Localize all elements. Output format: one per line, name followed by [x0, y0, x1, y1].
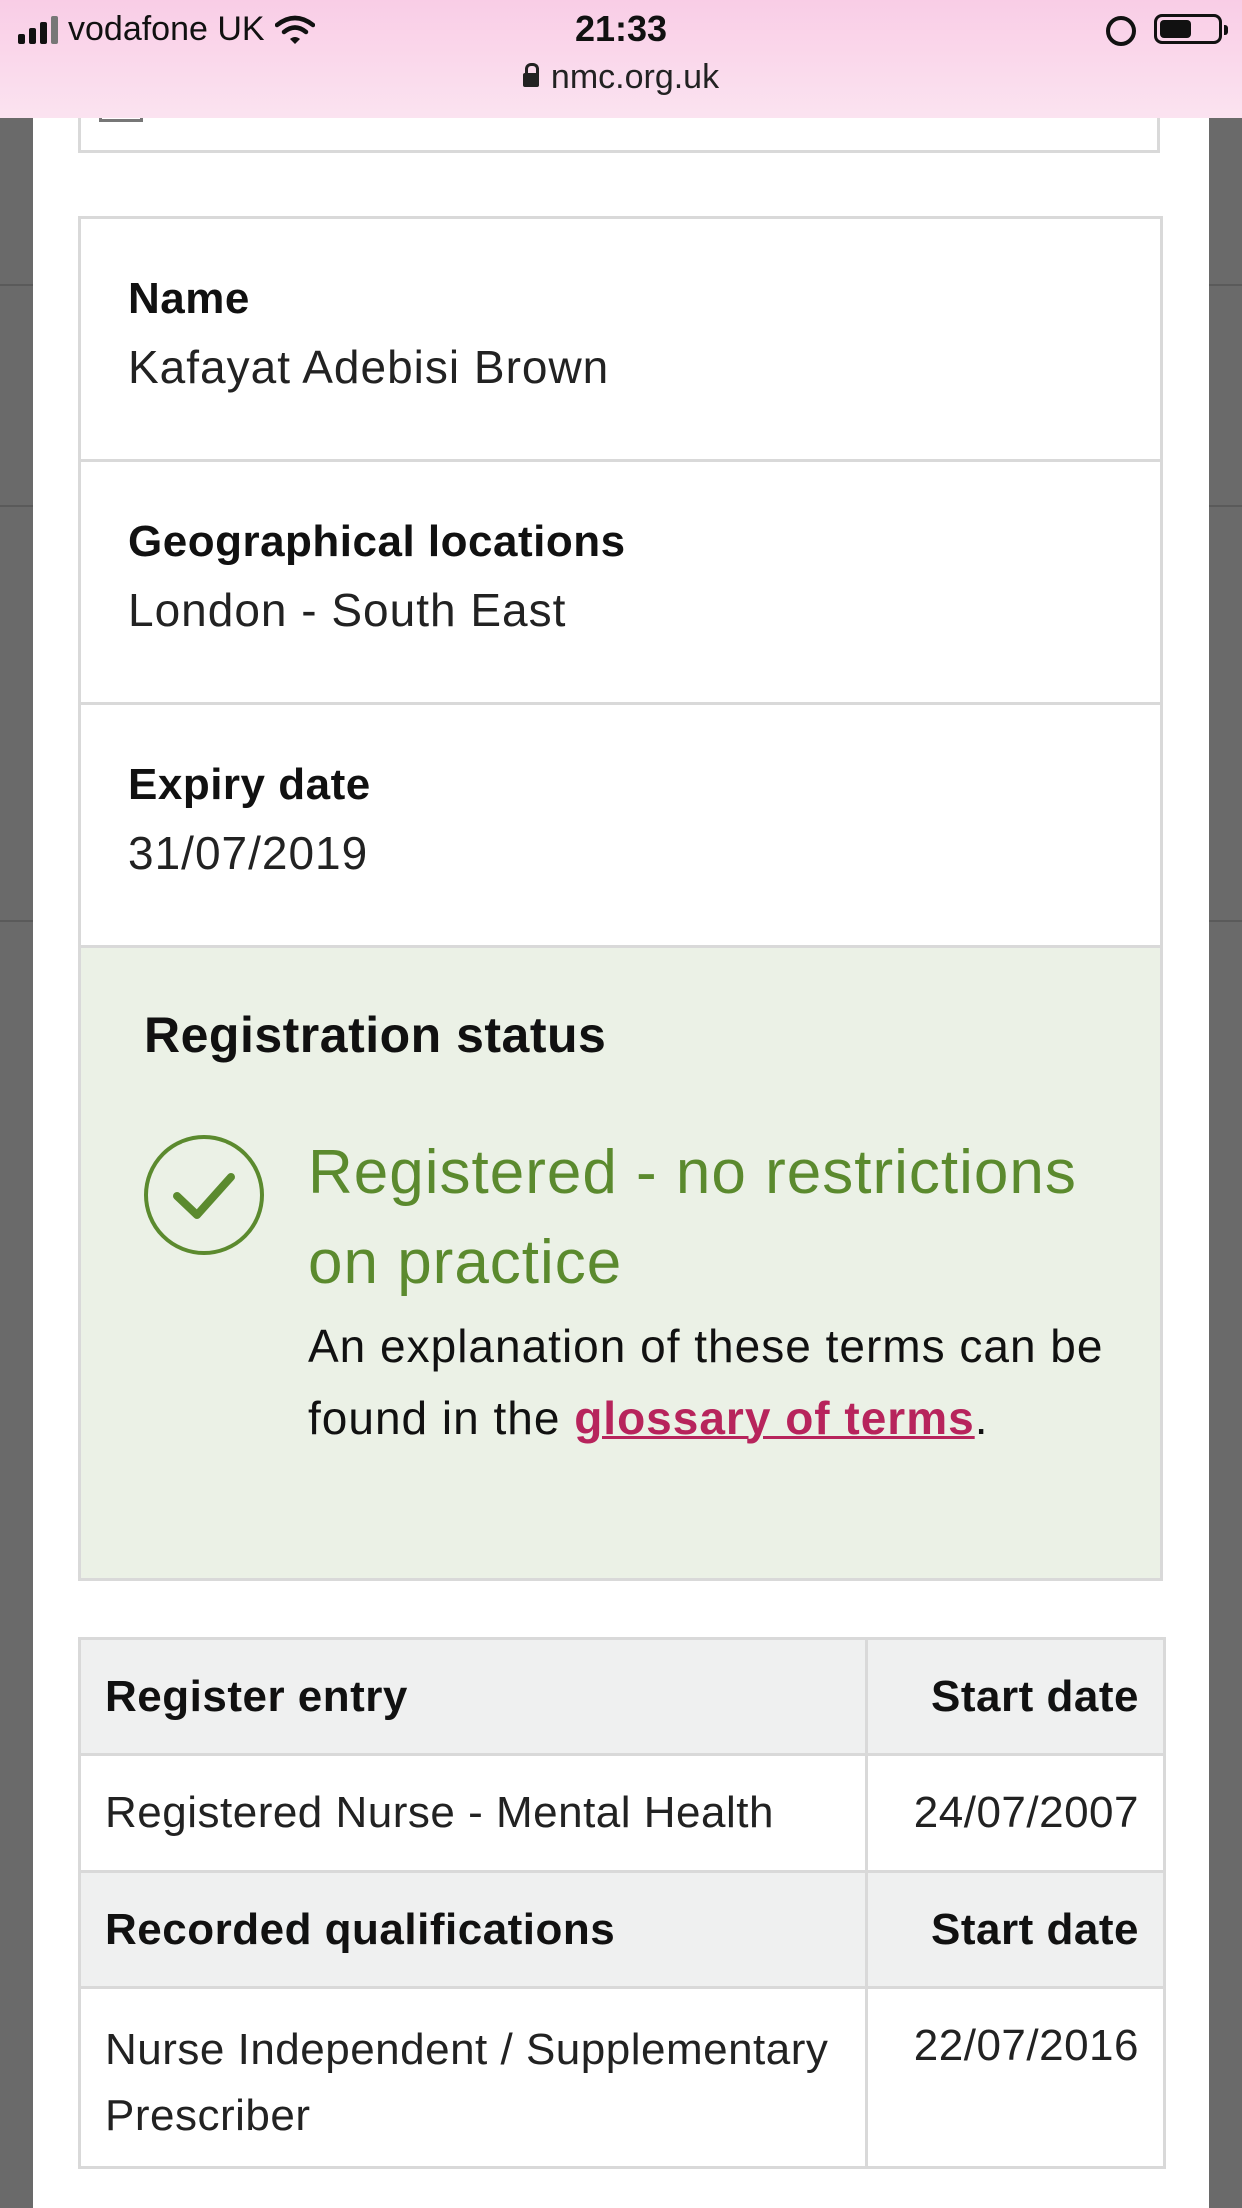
explanation-period: . [974, 1392, 989, 1444]
table-row: Registered Nurse - Mental Health 24/07/2… [78, 1753, 1166, 1873]
table-row: Nurse Independent / Supplementary Prescr… [78, 1986, 1166, 2169]
qualification-cell: Nurse Independent / Supplementary Prescr… [78, 1986, 868, 2169]
register-entries-table: Register entry Start date Registered Nur… [78, 1637, 1166, 2169]
expiry-row: Expiry date 31/07/2019 [81, 705, 1160, 948]
background-page-right [1209, 0, 1242, 2208]
page: Name Kafayat Adebisi Brown Geographical … [0, 0, 1242, 2208]
expiry-value: 31/07/2019 [128, 827, 369, 879]
registration-status-value: Registered - no restrictions on practice [308, 1138, 1077, 1297]
background-divider [1209, 920, 1242, 922]
ios-status-bar: vodafone UK 21:33 nmc.org.uk [0, 0, 1242, 118]
background-page-left [0, 0, 33, 2208]
name-label: Name [128, 274, 250, 323]
url-text: nmc.org.uk [550, 58, 720, 96]
background-divider [1209, 505, 1242, 507]
background-divider [1209, 284, 1242, 286]
registration-status-panel: Registration status Registered - no rest… [81, 948, 1160, 1578]
qualifications-start-date-header: Start date [865, 1870, 1166, 1989]
status-explanation: An explanation of these terms can be fou… [308, 1310, 1108, 1454]
register-start-date-header: Start date [865, 1637, 1166, 1756]
registration-detail-modal: Name Kafayat Adebisi Brown Geographical … [33, 0, 1209, 2208]
check-circle-icon [144, 1135, 264, 1255]
registrant-details: Name Kafayat Adebisi Brown Geographical … [78, 216, 1163, 1581]
status-bar-time: 21:33 [574, 8, 668, 49]
alarm-icon [1106, 16, 1136, 46]
background-divider [0, 920, 33, 922]
qualification-start-date-cell: 22/07/2016 [865, 1986, 1166, 2169]
location-row: Geographical locations London - South Ea… [81, 462, 1160, 705]
name-value: Kafayat Adebisi Brown [128, 341, 610, 393]
location-value: London - South East [128, 584, 567, 636]
background-divider [0, 505, 33, 507]
lock-icon [522, 63, 539, 87]
qualifications-header: Recorded qualifications [78, 1870, 868, 1989]
register-start-date-cell: 24/07/2007 [865, 1753, 1166, 1873]
registration-status-text: Registered - no restrictions on practice… [308, 1128, 1108, 1454]
registration-status-title: Registration status [144, 1007, 607, 1063]
address-bar[interactable]: nmc.org.uk [0, 58, 1242, 97]
register-entry-header: Register entry [78, 1637, 868, 1756]
name-row: Name Kafayat Adebisi Brown [81, 219, 1160, 462]
table-header-row: Recorded qualifications Start date [78, 1870, 1166, 1989]
glossary-of-terms-link[interactable]: glossary of terms [574, 1392, 974, 1444]
register-entry-cell: Registered Nurse - Mental Health [78, 1753, 868, 1873]
battery-icon [1154, 14, 1228, 44]
background-divider [0, 284, 33, 286]
battery-level [1160, 20, 1192, 38]
location-label: Geographical locations [128, 517, 626, 566]
table-header-row: Register entry Start date [78, 1637, 1166, 1756]
expiry-label: Expiry date [128, 760, 371, 809]
